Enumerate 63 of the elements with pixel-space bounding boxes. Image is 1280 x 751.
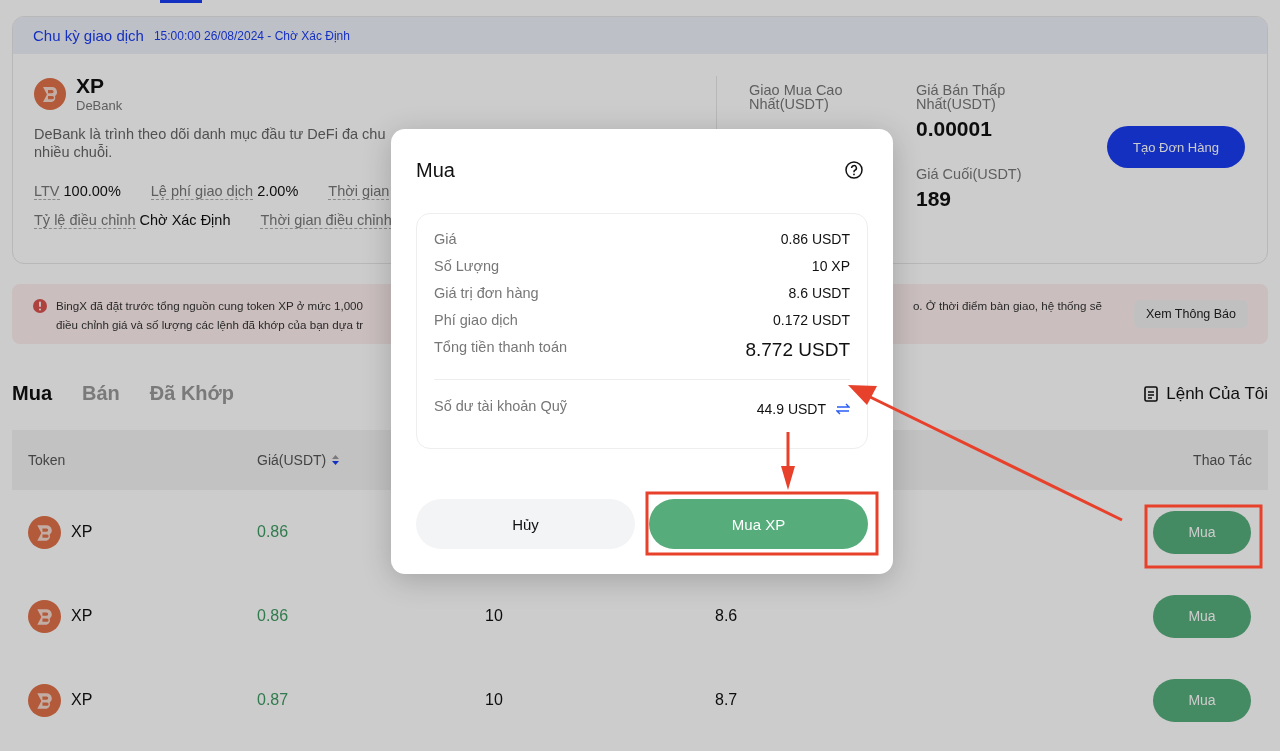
cycle-value: 15:00:00 26/08/2024 - Chờ Xác Định [153, 28, 350, 43]
price-cell-text: 0.86 [257, 607, 290, 625]
stat-label: LTV [34, 183, 60, 200]
summary-value: 8.6 USDT [788, 285, 850, 301]
token-symbol: XP [76, 74, 105, 98]
coin-icon [28, 599, 61, 633]
stat-label: Tỷ lệ điều chỉnh [34, 212, 136, 229]
summary-label: Giá trị đơn hàng [434, 285, 539, 301]
summary-value: 0.172 USDT [772, 312, 850, 328]
token-cell: XP [71, 691, 93, 709]
document-icon [1144, 385, 1159, 402]
stat-value: Chờ Xác Định [139, 212, 231, 229]
token-cell: XP [71, 607, 93, 625]
view-notice-button[interactable]: Xem Thông Báo [1133, 300, 1248, 328]
cycle-label: Chu kỳ giao dịch [33, 27, 144, 44]
market-label: Giá Cuối(USDT) [916, 167, 1023, 181]
total-value: 8.772 USDT [745, 339, 850, 361]
summary-label: Phí giao dịch [434, 312, 518, 328]
price-cell-text: 0.87 [257, 691, 290, 709]
summary-value: 10 XP [811, 258, 850, 274]
price-cell-text: 0.86 [257, 523, 290, 541]
stat-value: 2.00% [257, 183, 299, 200]
coin-icon [34, 77, 66, 110]
coin-icon [28, 683, 61, 717]
token-name: DeBank [76, 98, 123, 113]
market-value: 189 [916, 187, 953, 211]
notice-text: o. Ở thời điểm bàn giao, hệ thống sẽ [912, 298, 1102, 314]
balance-value: 44.9 USDT [756, 401, 826, 417]
market-value: 0.00001 [916, 117, 993, 141]
column-header: Thao Tác [1193, 452, 1252, 468]
my-orders-button[interactable]: Lệnh Của Tôi [1144, 383, 1268, 404]
summary-label: Tổng tiền thanh toán [434, 339, 568, 355]
stat-label: Lệ phí giao dịch [150, 183, 254, 200]
help-icon[interactable] [845, 161, 863, 179]
dialog-title: Mua [416, 158, 455, 182]
annotation-arrow [781, 432, 795, 490]
quantity-cell-text: 10 [485, 607, 504, 625]
token-cell: XP [71, 523, 93, 541]
notice-text: điều chỉnh giá và số lượng các lệnh đã khớp của bạn dựa tr [56, 317, 364, 333]
description-line: DeBank là trình theo dõi danh mục đầu tư DeFi đa chu [34, 125, 387, 143]
summary-value: 0.86 USDT [780, 231, 850, 247]
total-cell-text: 8.6 [715, 607, 739, 625]
summary-label: Số Lượng [434, 258, 500, 274]
info-icon [32, 298, 48, 314]
balance-label: Số dư tài khoản Quỹ [434, 398, 568, 414]
transfer-icon[interactable] [836, 403, 850, 415]
stat-label: Thời gian [328, 183, 390, 200]
market-label: Giao Mua Cao Nhất(USDT) [749, 83, 844, 111]
stat-value: 100.00% [63, 183, 121, 200]
tab[interactable]: Mua [12, 382, 52, 405]
quantity-cell-text: 10 [485, 691, 504, 709]
create-order-button[interactable]: Tạo Đơn Hàng [1107, 126, 1245, 168]
notice-text: BingX đã đặt trước tổng nguồn cung token XP ở mức 1,000 [56, 298, 364, 314]
description-line: nhiều chuỗi. [34, 143, 114, 161]
column-header: Token [28, 452, 67, 468]
sort-icon[interactable] [332, 455, 340, 465]
tab-indicator [160, 0, 202, 3]
market-label: Giá Bán Thấp Nhất(USDT) [916, 83, 1007, 111]
cancel-button[interactable]: Hủy [416, 499, 635, 549]
coin-icon [28, 515, 61, 549]
column-header[interactable]: Giá(USDT) [257, 452, 327, 468]
summary-label: Giá [434, 231, 457, 247]
total-cell-text: 8.7 [715, 691, 739, 709]
